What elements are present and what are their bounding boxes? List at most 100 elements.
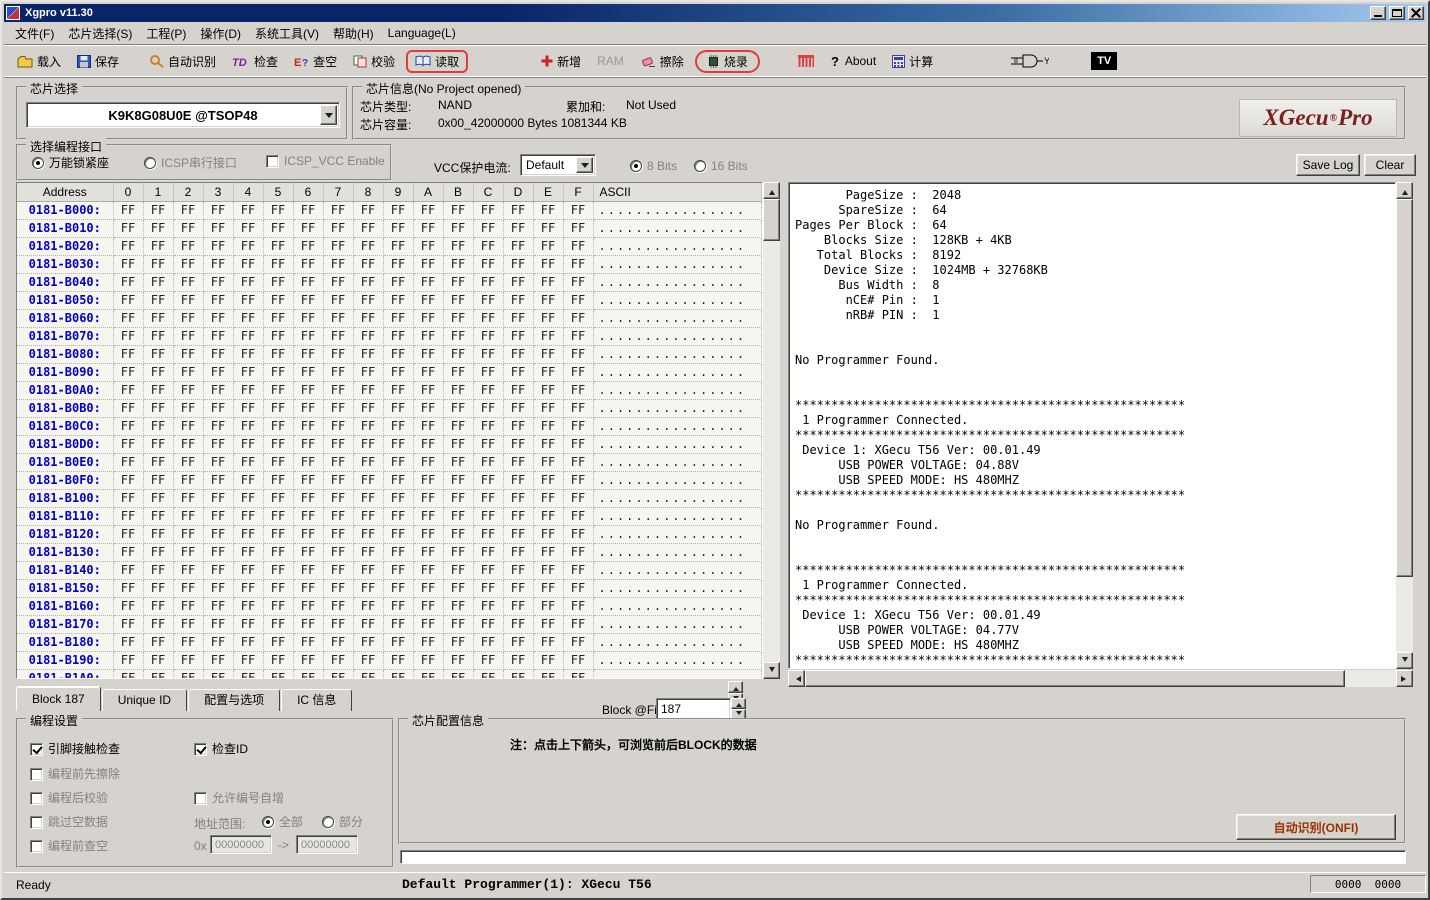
hex-byte-cell[interactable]: FF [143, 471, 173, 489]
hex-byte-cell[interactable]: FF [323, 507, 353, 525]
hex-byte-cell[interactable]: FF [353, 561, 383, 579]
hex-byte-cell[interactable]: FF [353, 381, 383, 399]
hex-byte-cell[interactable]: FF [413, 615, 443, 633]
hex-byte-cell[interactable]: FF [443, 381, 473, 399]
hex-byte-cell[interactable]: FF [353, 291, 383, 309]
hex-byte-cell[interactable]: FF [173, 651, 203, 669]
hex-byte-cell[interactable]: FF [143, 597, 173, 615]
scroll-up-button[interactable] [1396, 182, 1413, 199]
hex-byte-cell[interactable]: FF [323, 381, 353, 399]
hex-byte-cell[interactable]: FF [143, 579, 173, 597]
hex-byte-cell[interactable]: FF [323, 543, 353, 561]
hex-byte-cell[interactable]: FF [263, 435, 293, 453]
hex-byte-cell[interactable]: FF [383, 291, 413, 309]
hex-byte-cell[interactable]: FF [563, 309, 593, 327]
hex-byte-cell[interactable]: FF [263, 363, 293, 381]
hex-byte-cell[interactable]: FF [413, 633, 443, 651]
hex-byte-cell[interactable]: FF [203, 345, 233, 363]
hex-byte-cell[interactable]: FF [383, 435, 413, 453]
check-id-checkbox[interactable]: 检查ID [194, 740, 248, 757]
hex-byte-cell[interactable]: FF [353, 363, 383, 381]
hex-byte-cell[interactable]: FF [443, 489, 473, 507]
hex-byte-cell[interactable]: FF [173, 471, 203, 489]
hex-byte-cell[interactable]: FF [473, 543, 503, 561]
hex-byte-cell[interactable]: FF [533, 525, 563, 543]
hex-byte-cell[interactable]: FF [143, 201, 173, 219]
hex-byte-cell[interactable]: FF [203, 363, 233, 381]
hex-byte-cell[interactable]: FF [353, 201, 383, 219]
pin-check-checkbox[interactable]: 引脚接触检查 [30, 740, 120, 757]
hex-byte-cell[interactable]: FF [533, 363, 563, 381]
hex-byte-cell[interactable]: FF [263, 453, 293, 471]
hex-byte-cell[interactable]: FF [413, 219, 443, 237]
hex-byte-cell[interactable]: FF [233, 399, 263, 417]
hex-byte-cell[interactable]: FF [533, 273, 563, 291]
hex-byte-cell[interactable]: FF [563, 453, 593, 471]
skip-blank-checkbox[interactable]: 跳过空数据 [30, 813, 108, 830]
menu-chip-select[interactable]: 芯片选择(S) [61, 22, 139, 45]
hex-byte-cell[interactable]: FF [263, 309, 293, 327]
bits8-radio[interactable]: 8 Bits [630, 159, 677, 173]
hex-byte-cell[interactable]: FF [353, 651, 383, 669]
hex-byte-cell[interactable]: FF [473, 201, 503, 219]
hex-byte-cell[interactable]: FF [473, 345, 503, 363]
auto-serial-checkbox[interactable]: 允许编号自增 [194, 789, 284, 806]
hex-byte-cell[interactable]: FF [293, 345, 323, 363]
scroll-left-button[interactable] [788, 670, 805, 687]
hex-byte-cell[interactable]: FF [503, 507, 533, 525]
hex-byte-cell[interactable]: FF [293, 633, 323, 651]
hex-byte-cell[interactable]: FF [143, 309, 173, 327]
clear-button[interactable]: Clear [1364, 154, 1416, 176]
hex-byte-cell[interactable]: FF [533, 399, 563, 417]
hex-byte-cell[interactable]: FF [293, 453, 323, 471]
hex-byte-cell[interactable]: FF [113, 453, 143, 471]
hex-byte-cell[interactable]: FF [203, 381, 233, 399]
hex-byte-cell[interactable]: FF [233, 453, 263, 471]
hex-byte-cell[interactable]: FF [323, 345, 353, 363]
hex-byte-cell[interactable]: FF [563, 543, 593, 561]
hex-byte-cell[interactable]: FF [173, 435, 203, 453]
hex-byte-cell[interactable]: FF [113, 471, 143, 489]
hex-byte-cell[interactable]: FF [443, 507, 473, 525]
hex-byte-cell[interactable]: FF [293, 255, 323, 273]
socket-radio[interactable]: 万能锁紧座 [32, 154, 109, 171]
hex-byte-cell[interactable]: FF [353, 633, 383, 651]
hex-byte-cell[interactable]: FF [113, 525, 143, 543]
hex-byte-cell[interactable]: FF [503, 327, 533, 345]
hex-byte-cell[interactable]: FF [233, 669, 263, 679]
hex-byte-cell[interactable]: FF [443, 471, 473, 489]
hex-byte-cell[interactable]: FF [443, 417, 473, 435]
hex-byte-cell[interactable]: FF [563, 255, 593, 273]
hex-byte-cell[interactable]: FF [383, 543, 413, 561]
hex-byte-cell[interactable]: FF [293, 561, 323, 579]
hex-byte-cell[interactable]: FF [353, 255, 383, 273]
chip-select-dropdown-button[interactable] [320, 105, 337, 125]
hex-byte-cell[interactable]: FF [143, 417, 173, 435]
hex-byte-cell[interactable]: FF [173, 327, 203, 345]
hex-byte-cell[interactable]: FF [173, 399, 203, 417]
hex-byte-cell[interactable]: FF [563, 291, 593, 309]
hex-byte-cell[interactable]: FF [113, 435, 143, 453]
hex-byte-cell[interactable]: FF [383, 453, 413, 471]
hex-byte-cell[interactable]: FF [563, 633, 593, 651]
hex-byte-cell[interactable]: FF [203, 489, 233, 507]
hex-byte-cell[interactable]: FF [143, 507, 173, 525]
hex-byte-cell[interactable]: FF [413, 201, 443, 219]
hex-byte-cell[interactable]: FF [143, 399, 173, 417]
hex-byte-cell[interactable]: FF [293, 669, 323, 679]
erase-before-checkbox[interactable]: 编程前先擦除 [30, 765, 120, 782]
hex-byte-cell[interactable]: FF [563, 507, 593, 525]
hex-byte-cell[interactable]: FF [443, 291, 473, 309]
hex-byte-cell[interactable]: FF [383, 633, 413, 651]
hex-byte-cell[interactable]: FF [383, 273, 413, 291]
hex-byte-cell[interactable]: FF [443, 435, 473, 453]
hex-byte-cell[interactable]: FF [113, 579, 143, 597]
hex-byte-cell[interactable]: FF [323, 417, 353, 435]
hex-byte-cell[interactable]: FF [263, 615, 293, 633]
hex-byte-cell[interactable]: FF [203, 201, 233, 219]
hex-byte-cell[interactable]: FF [263, 579, 293, 597]
hex-byte-cell[interactable]: FF [113, 615, 143, 633]
hex-byte-cell[interactable]: FF [263, 255, 293, 273]
hex-byte-cell[interactable]: FF [143, 291, 173, 309]
hex-byte-cell[interactable]: FF [323, 633, 353, 651]
